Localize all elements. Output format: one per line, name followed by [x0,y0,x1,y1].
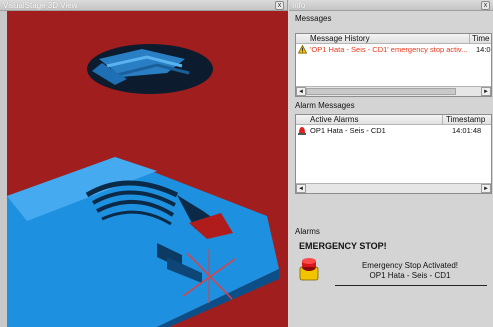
emergency-stop-button-icon [299,257,319,281]
close-info-panel-button[interactable]: x [481,1,490,10]
active-alarms-list[interactable]: Active Alarms Timestamp OP1 Hata - Seis … [295,114,492,194]
3d-scene-render [7,44,279,327]
alarm-detail-panel: Alarms EMERGENCY STOP! Emergency Stop Ac… [295,227,492,327]
emergency-stop-message-line2: OP1 Hata - Seis - CD1 [369,271,451,280]
close-view-panel-button[interactable]: x [275,1,284,10]
alarm-messages-section-label: Alarm Messages [295,101,355,110]
message-history-hscrollbar[interactable]: ◄ ► [296,86,491,96]
3d-scene-viewport[interactable] [7,11,288,327]
visualstage-3d-view-panel: VisualStage 3D View x [0,0,288,327]
column-message-history[interactable]: Message History [310,34,370,44]
active-alarms-header: Active Alarms Timestamp [296,115,491,125]
scroll-right-arrow-icon[interactable]: ► [481,87,491,96]
message-row[interactable]: 'OP1 Hata - Seis - CD1' emergency stop a… [296,44,491,55]
scroll-right-arrow-icon[interactable]: ► [481,184,491,193]
column-time[interactable]: Time [472,34,489,44]
info-panel-titlebar: Info x [289,0,493,11]
alarm-row[interactable]: OP1 Hata - Seis - CD1 14:01:48 [296,125,491,136]
info-panel-title: Info [292,1,306,10]
alarm-siren-icon [298,125,306,139]
alarm-timestamp: 14:01:48 [452,126,482,135]
alarms-section-label: Alarms [295,227,320,236]
info-panel: Info x Messages Message History Time 'OP… [289,0,493,327]
view-panel-title: VisualStage 3D View [3,1,78,10]
message-time: 14:01 [476,45,491,54]
message-history-header: Message History Time [296,34,491,44]
emergency-stop-message: Emergency Stop Activated! OP1 Hata - Sei… [335,261,485,281]
emergency-stop-message-line1: Emergency Stop Activated! [361,261,459,270]
message-history-list[interactable]: Message History Time 'OP1 Hata - Seis - … [295,33,492,97]
column-active-alarms[interactable]: Active Alarms [310,115,358,125]
messages-section-label: Messages [295,14,332,23]
active-alarms-hscrollbar[interactable]: ◄ ► [296,183,491,193]
scroll-left-arrow-icon[interactable]: ◄ [296,184,306,193]
warning-icon [297,44,308,57]
emergency-stop-divider [335,285,487,286]
emergency-stop-heading: EMERGENCY STOP! [299,241,387,251]
message-text: 'OP1 Hata - Seis - CD1' emergency stop a… [310,45,468,54]
column-timestamp[interactable]: Timestamp [446,115,485,125]
scroll-thumb[interactable] [306,88,456,95]
scroll-left-arrow-icon[interactable]: ◄ [296,87,306,96]
view-panel-titlebar: VisualStage 3D View x [0,0,287,11]
alarm-text: OP1 Hata - Seis - CD1 [310,126,386,135]
